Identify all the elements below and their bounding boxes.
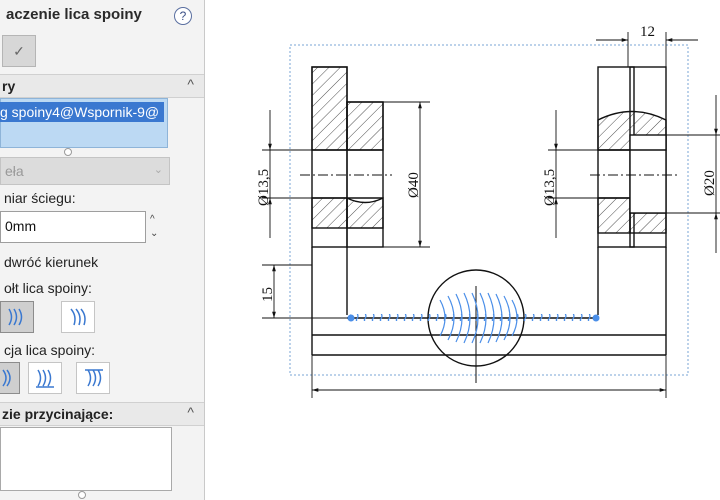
selection-list-item[interactable]: g spoiny4@Wspornik-9@ — [0, 102, 164, 122]
resize-grip-icon[interactable] — [64, 148, 72, 156]
weld-bead — [350, 314, 596, 321]
bead-shape-label: ołt lica spoiny: — [4, 280, 92, 296]
dimension-text-diameter-20: Ø20 — [702, 170, 718, 196]
chevron-up-icon[interactable]: ^ — [187, 76, 194, 92]
weld-arc-icon — [36, 369, 54, 388]
pin-button[interactable]: ✓ — [2, 35, 36, 67]
left-bracket — [311, 66, 384, 248]
spin-down-icon[interactable]: ⌄ — [150, 228, 158, 239]
spin-up-icon[interactable]: ^ — [150, 214, 155, 225]
dropdown-value: eła — [5, 163, 24, 179]
dimension-text-left-diameter: Ø13,5 — [256, 169, 272, 206]
weld-arc-icon — [8, 308, 23, 326]
bead-position-label: cja lica spoiny: — [4, 342, 96, 358]
chevron-down-icon: ⌄ — [153, 164, 163, 176]
type-dropdown[interactable]: eła ⌄ — [0, 157, 170, 185]
section-header-trim-faces[interactable]: zie przycinające: ^ — [0, 402, 204, 426]
weld-arc-icon — [85, 369, 103, 387]
stitch-size-input[interactable]: 0mm — [0, 211, 146, 243]
help-icon[interactable]: ? — [174, 7, 192, 25]
dimension-text-right-diameter: Ø13,5 — [542, 169, 558, 206]
bead-position-left-button[interactable] — [28, 362, 62, 394]
section-label: ry — [2, 78, 16, 94]
weld-endpoint — [347, 314, 355, 322]
pushpin-icon: ✓ — [13, 43, 25, 59]
bead-shape-concave-button[interactable] — [61, 301, 95, 333]
section-header-references[interactable]: ry ^ — [0, 74, 204, 98]
dimension-text-12: 12 — [640, 24, 655, 40]
selection-list[interactable]: g spoiny4@Wspornik-9@ — [0, 98, 168, 148]
section-label: zie przycinające: — [2, 406, 114, 422]
stitch-size-value: 0mm — [5, 218, 37, 234]
weld-endpoint — [592, 314, 600, 322]
resize-grip-icon[interactable] — [78, 491, 86, 499]
property-manager-panel: aczenie lica spoiny ? ✓ ry ^ g spoiny4@W… — [0, 0, 205, 500]
drawing-canvas[interactable]: 12 Ø13,5 Ø40 Ø13,5 Ø20 15 — [205, 0, 720, 500]
weld-arc-icon — [70, 308, 86, 326]
weld-arc-icon — [2, 369, 11, 387]
stitch-size-label: niar ściegu: — [4, 190, 76, 206]
panel-title: aczenie lica spoiny — [6, 6, 142, 23]
technical-drawing: 12 Ø13,5 Ø40 Ø13,5 Ø20 15 — [256, 24, 720, 398]
chevron-up-icon[interactable]: ^ — [187, 404, 194, 420]
base-plate — [311, 247, 667, 356]
reverse-direction-label[interactable]: dwróć kierunek — [4, 254, 98, 270]
dimension-text-diameter-40: Ø40 — [406, 172, 422, 198]
right-bracket — [597, 66, 667, 248]
bead-position-right-button[interactable] — [76, 362, 110, 394]
trim-faces-list[interactable] — [0, 427, 172, 491]
dimension-text-15: 15 — [260, 287, 276, 302]
bead-position-center-button[interactable] — [0, 362, 20, 394]
bead-shape-convex-button[interactable] — [0, 301, 34, 333]
